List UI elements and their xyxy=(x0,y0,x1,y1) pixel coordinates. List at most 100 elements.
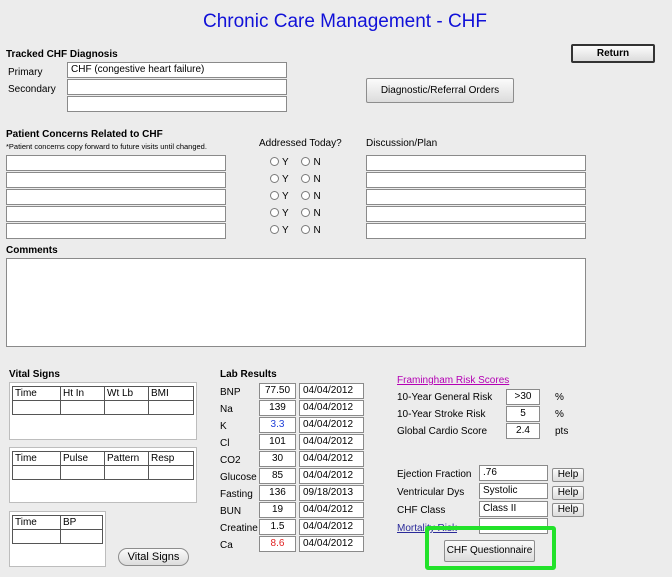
radio-circle-icon xyxy=(270,208,279,217)
lab-date: 04/04/2012 xyxy=(299,400,364,416)
secondary-label: Secondary xyxy=(8,84,56,95)
concern-field[interactable] xyxy=(6,189,226,205)
lab-date: 04/04/2012 xyxy=(299,519,364,535)
stroke-risk-value: 5 xyxy=(506,406,540,422)
comments-field[interactable] xyxy=(6,258,586,347)
lab-name: BNP xyxy=(220,387,241,398)
lab-value: 101 xyxy=(259,434,296,450)
cell[interactable] xyxy=(12,465,61,480)
lab-value: 19 xyxy=(259,502,296,518)
diagnosis-heading: Tracked CHF Diagnosis xyxy=(6,49,118,60)
plan-field[interactable] xyxy=(366,172,586,188)
ejection-fraction-label: Ejection Fraction xyxy=(397,469,472,480)
stroke-risk-unit: % xyxy=(555,409,564,420)
radio-no[interactable]: N xyxy=(301,157,321,168)
cell[interactable] xyxy=(60,529,103,544)
chf-class-field[interactable]: Class II xyxy=(479,501,548,517)
comments-heading: Comments xyxy=(6,245,58,256)
concern-field[interactable] xyxy=(6,206,226,222)
lab-date: 04/04/2012 xyxy=(299,468,364,484)
radio-circle-icon xyxy=(301,191,311,200)
diagnostic-referral-orders-button[interactable]: Diagnostic/Referral Orders xyxy=(366,78,514,103)
cell[interactable] xyxy=(12,529,61,544)
radio-no[interactable]: N xyxy=(301,208,321,219)
lab-value: 77.50 xyxy=(259,383,296,399)
vital-signs-button[interactable]: Vital Signs xyxy=(118,548,189,566)
plan-field[interactable] xyxy=(366,206,586,222)
lab-value: 139 xyxy=(259,400,296,416)
lab-name: K xyxy=(220,421,227,432)
lab-value: 3.3 xyxy=(259,417,296,433)
radio-no[interactable]: N xyxy=(301,174,321,185)
primary-diagnosis-field[interactable]: CHF (congestive heart failure) xyxy=(67,62,287,78)
lab-results-heading: Lab Results xyxy=(220,369,277,380)
ejection-fraction-field[interactable]: .76 xyxy=(479,465,548,481)
lab-date: 09/18/2013 xyxy=(299,485,364,501)
lab-name: Cl xyxy=(220,438,230,449)
cardio-score-label: Global Cardio Score xyxy=(397,426,488,437)
cell[interactable] xyxy=(60,400,105,415)
lab-date: 04/04/2012 xyxy=(299,434,364,450)
ejection-fraction-help-button[interactable]: Help xyxy=(552,468,584,482)
lab-date: 04/04/2012 xyxy=(299,502,364,518)
ventricular-dys-help-button[interactable]: Help xyxy=(552,486,584,500)
framingham-risk-link[interactable]: Framingham Risk Scores xyxy=(397,375,509,386)
cell[interactable] xyxy=(148,465,194,480)
col-header: Time xyxy=(12,451,61,466)
radio-yes[interactable]: Y xyxy=(270,208,289,219)
lab-date: 04/04/2012 xyxy=(299,451,364,467)
col-header: BMI xyxy=(148,386,194,401)
radio-circle-icon xyxy=(301,225,311,234)
cell[interactable] xyxy=(104,400,149,415)
radio-yes[interactable]: Y xyxy=(270,191,289,202)
return-button[interactable]: Return xyxy=(571,44,655,63)
lab-name: Creatine xyxy=(220,523,258,534)
lab-value: 136 xyxy=(259,485,296,501)
radio-no[interactable]: N xyxy=(301,191,321,202)
vitals-panel-3: Time BP xyxy=(9,511,106,567)
radio-yes[interactable]: Y xyxy=(270,157,289,168)
vitals-panel-2: Time Pulse Pattern Resp xyxy=(9,447,197,503)
chf-class-help-button[interactable]: Help xyxy=(552,503,584,517)
col-header: Time xyxy=(12,386,61,401)
col-header: Pulse xyxy=(60,451,105,466)
plan-field[interactable] xyxy=(366,223,586,239)
discussion-plan-label: Discussion/Plan xyxy=(366,138,438,149)
concern-field[interactable] xyxy=(6,155,226,171)
vitals-table-1: Time Ht In Wt Lb BMI xyxy=(12,386,194,415)
lab-name: BUN xyxy=(220,506,242,517)
secondary-diagnosis-field-2[interactable] xyxy=(67,96,287,112)
stroke-risk-label: 10-Year Stroke Risk xyxy=(397,409,486,420)
plan-field[interactable] xyxy=(366,155,586,171)
cardio-score-value: 2.4 xyxy=(506,423,540,439)
concern-field[interactable] xyxy=(6,223,226,239)
radio-circle-icon xyxy=(301,208,311,217)
cell[interactable] xyxy=(148,400,194,415)
vital-signs-heading: Vital Signs xyxy=(9,369,60,380)
cell[interactable] xyxy=(12,400,61,415)
radio-no[interactable]: N xyxy=(301,225,321,236)
col-header: Time xyxy=(12,515,61,530)
concern-field[interactable] xyxy=(6,172,226,188)
radio-yes[interactable]: Y xyxy=(270,174,289,185)
chf-class-label: CHF Class xyxy=(397,505,446,516)
secondary-diagnosis-field[interactable] xyxy=(67,79,287,95)
radio-circle-icon xyxy=(270,191,279,200)
chf-questionnaire-button[interactable]: CHF Questionnaire xyxy=(444,540,535,562)
col-header: BP xyxy=(60,515,103,530)
col-header: Pattern xyxy=(104,451,149,466)
addressed-today-label: Addressed Today? xyxy=(259,138,342,149)
radio-yes[interactable]: Y xyxy=(270,225,289,236)
lab-date: 04/04/2012 xyxy=(299,383,364,399)
cardio-score-unit: pts xyxy=(555,426,569,437)
cell[interactable] xyxy=(104,465,149,480)
radio-circle-icon xyxy=(301,157,311,166)
lab-name: Fasting xyxy=(220,489,253,500)
lab-date: 04/04/2012 xyxy=(299,417,364,433)
ventricular-dys-field[interactable]: Systolic xyxy=(479,483,548,499)
plan-field[interactable] xyxy=(366,189,586,205)
cell[interactable] xyxy=(60,465,105,480)
general-risk-value: >30 xyxy=(506,389,540,405)
lab-date: 04/04/2012 xyxy=(299,536,364,552)
general-risk-unit: % xyxy=(555,392,564,403)
